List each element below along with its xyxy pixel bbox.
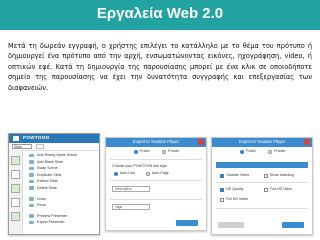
- dialog-title: Export to Youtube Player: [238, 139, 286, 144]
- divider: [110, 180, 202, 181]
- privacy-options: Public Private: [106, 147, 206, 157]
- private-label: Private: [274, 149, 286, 153]
- export-button[interactable]: [282, 222, 304, 228]
- description-field[interactable]: Description: [112, 186, 150, 192]
- show-branding-checkbox[interactable]: [264, 174, 268, 178]
- divider: [216, 182, 308, 183]
- menu-item[interactable]: Swap Scene: [27, 165, 97, 172]
- full-hd-video-label: Full HD Video: [226, 197, 249, 201]
- divider: [110, 199, 202, 200]
- body-paragraph: Μετά τη δωρεάν εγγραφή, ο χρήστης επιλέγ…: [8, 42, 312, 92]
- public-label: Public: [246, 149, 257, 153]
- menu-item[interactable]: Preview Presenter: [27, 213, 97, 220]
- menu-item[interactable]: Delete Slide: [27, 185, 97, 192]
- menu-item[interactable]: Redo: [27, 202, 97, 209]
- menu-item[interactable]: Undo: [27, 196, 97, 203]
- link-style-label: Choose your POWTOON link style: [112, 164, 168, 168]
- slide-thumbnails: [9, 150, 23, 234]
- show-branding-label: Show branding: [270, 173, 294, 177]
- slide-thumbnail[interactable]: [11, 198, 20, 207]
- options-header: [216, 162, 308, 168]
- menu-item[interactable]: Add Blank Slide: [27, 159, 97, 166]
- menu-item[interactable]: Export Presenter: [27, 219, 97, 226]
- context-menu: Add Ready-Made Scene Add Blank Slide Swa…: [27, 152, 97, 226]
- menu-item[interactable]: Duplicate Slide: [27, 172, 97, 179]
- dialog-header: Export to Youtube Player: [212, 138, 312, 147]
- cancel-button[interactable]: [218, 222, 244, 228]
- dialog-header: Export to Youtube Player: [106, 138, 206, 147]
- hd-quality-label: HD Quality: [226, 187, 244, 191]
- editor-screenshot: POWTOON Slide Add Ready-Made Scene Add B…: [8, 133, 100, 235]
- slide-thumbnail[interactable]: [11, 212, 20, 221]
- slide-selector[interactable]: Slide: [12, 144, 32, 149]
- chevron-down-icon[interactable]: [36, 144, 44, 149]
- youtube-video-label: Youtube Video: [226, 173, 250, 177]
- dialog-title: Export to Youtube Player: [132, 139, 180, 144]
- full-hd-checkbox[interactable]: [264, 188, 268, 192]
- public-radio[interactable]: [134, 150, 138, 154]
- export-dialog-screenshot: Export to Youtube Player Public Private …: [105, 137, 207, 231]
- hd-quality-checkbox[interactable]: [220, 188, 224, 192]
- powtoon-logo-icon: [13, 136, 19, 141]
- brand-label: POWTOON: [23, 135, 50, 140]
- auto-page-label: Auto Page: [152, 171, 169, 175]
- full-hd-label: Full-HD Video: [270, 187, 293, 191]
- export-button[interactable]: [176, 220, 198, 226]
- close-icon[interactable]: [304, 139, 310, 145]
- public-label: Public: [140, 149, 151, 153]
- privacy-options: Public Private: [212, 147, 312, 157]
- private-label: Private: [168, 149, 180, 153]
- auto-link-radio[interactable]: [114, 172, 118, 176]
- auto-page-radio[interactable]: [146, 172, 150, 176]
- slide-thumbnail[interactable]: [11, 170, 20, 179]
- menu-item[interactable]: Add Ready-Made Scene: [27, 152, 97, 159]
- page-title: Εργαλεία Web 2.0: [96, 5, 224, 22]
- close-icon[interactable]: [198, 139, 204, 145]
- tags-field[interactable]: Tags: [112, 204, 150, 210]
- editor-topbar: POWTOON: [9, 134, 99, 143]
- youtube-video-checkbox[interactable]: [220, 174, 224, 178]
- public-radio[interactable]: [240, 150, 244, 154]
- menu-item[interactable]: Extend Slide: [27, 178, 97, 185]
- full-hd-video-checkbox[interactable]: [220, 198, 224, 202]
- divider: [216, 208, 308, 209]
- divider: [110, 159, 202, 160]
- export-options-screenshot: Export to Youtube Player Public Private …: [211, 137, 313, 235]
- slide-thumbnail[interactable]: [11, 184, 20, 193]
- private-radio[interactable]: [162, 150, 166, 154]
- auto-link-label: Auto Link: [120, 171, 135, 175]
- private-radio[interactable]: [268, 150, 272, 154]
- slide-thumbnail[interactable]: [11, 156, 20, 165]
